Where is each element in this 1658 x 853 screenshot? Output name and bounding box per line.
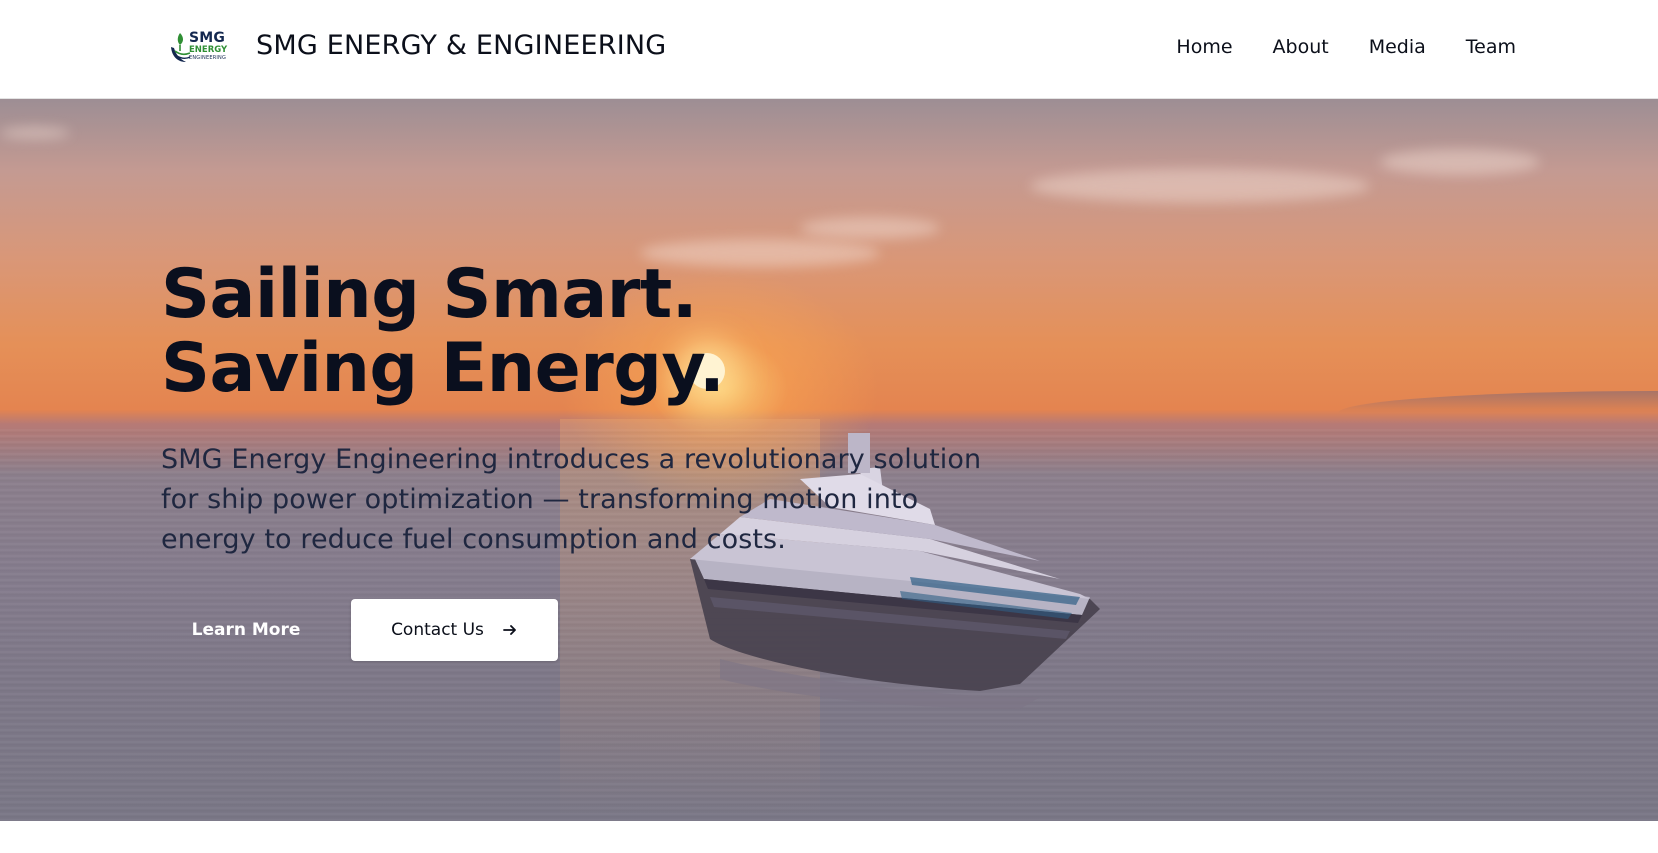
nav-link-media[interactable]: Media: [1369, 36, 1426, 58]
nav-link-team[interactable]: Team: [1466, 36, 1516, 58]
hero-section: Sailing Smart. Saving Energy. SMG Energy…: [0, 99, 1658, 821]
logo-wordmark: SMG ENERGY ENGINEERING: [189, 31, 227, 61]
cloud: [1380, 149, 1540, 175]
brand[interactable]: SMG ENERGY ENGINEERING SMG ENERGY & ENGI…: [168, 28, 666, 68]
hero-headline-line-1: Sailing Smart.: [161, 255, 698, 334]
distant-coastline: [1338, 391, 1658, 413]
cloud: [800, 217, 940, 239]
logo-text-engineering: ENGINEERING: [189, 54, 227, 61]
cloud: [1030, 169, 1370, 203]
contact-us-button[interactable]: Contact Us: [351, 599, 558, 661]
hero-headline: Sailing Smart. Saving Energy.: [161, 258, 1001, 406]
main-nav: Home About Media Team: [1176, 36, 1516, 58]
logo-text-smg: SMG: [189, 30, 226, 46]
navbar: SMG ENERGY ENGINEERING SMG ENERGY & ENGI…: [0, 0, 1658, 99]
nav-link-home[interactable]: Home: [1176, 36, 1232, 58]
contact-us-label: Contact Us: [391, 620, 484, 640]
brand-title[interactable]: SMG ENERGY & ENGINEERING: [256, 30, 666, 61]
hero-description: SMG Energy Engineering introduces a revo…: [161, 444, 982, 555]
logo-text-energy: ENERGY: [189, 45, 228, 55]
nav-link-about[interactable]: About: [1273, 36, 1329, 58]
arrow-right-icon: [502, 622, 518, 638]
cloud: [0, 127, 70, 139]
hero-headline-line-2: Saving Energy.: [161, 329, 725, 408]
learn-more-button[interactable]: Learn More: [161, 599, 331, 661]
hero-content: Sailing Smart. Saving Energy. SMG Energy…: [161, 258, 1001, 560]
hero-actions: Learn More Contact Us: [161, 599, 558, 661]
brand-logo[interactable]: SMG ENERGY ENGINEERING: [168, 29, 232, 67]
